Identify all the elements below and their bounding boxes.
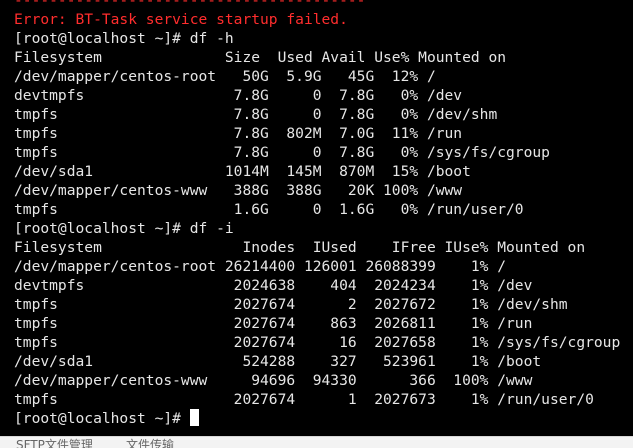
terminal-line: /dev/sda1 1014M 145M 870M 15% /boot <box>14 163 471 180</box>
terminal-cursor <box>189 409 199 426</box>
terminal-output: ----------------------------------------… <box>14 0 620 428</box>
terminal-line: [root@localhost ~]# df -i <box>14 220 234 237</box>
terminal-prompt-line[interactable]: [root@localhost ~]# <box>14 409 620 428</box>
terminal-line: tmpfs 2027674 863 2026811 1% /run <box>14 315 533 332</box>
terminal-line: tmpfs 1.6G 0 1.6G 0% /run/user/0 <box>14 201 524 218</box>
terminal-line: tmpfs 2027674 1 2027673 1% /run/user/0 <box>14 391 594 408</box>
terminal-line: tmpfs 7.8G 0 7.8G 0% /dev/shm <box>14 106 498 123</box>
terminal-line: /dev/sda1 524288 327 523961 1% /boot <box>14 353 542 370</box>
terminal-prompt: [root@localhost ~]# <box>14 410 190 427</box>
terminal-line: /dev/mapper/centos-www 94696 94330 366 1… <box>14 372 533 389</box>
terminal-line: devtmpfs 7.8G 0 7.8G 0% /dev <box>14 87 463 104</box>
terminal-line: Filesystem Inodes IUsed IFree IUse% Moun… <box>14 239 586 256</box>
terminal-line: Error: BT-Task service startup failed. <box>14 11 348 28</box>
terminal-line: /dev/mapper/centos-www 388G 388G 20K 100… <box>14 182 463 199</box>
terminal-line: Filesystem Size Used Avail Use% Mounted … <box>14 49 507 66</box>
terminal-line: ---------------------------------------- <box>14 0 366 9</box>
terminal-line: /dev/mapper/centos-root 50G 5.9G 45G 12%… <box>14 68 436 85</box>
terminal-line: tmpfs 7.8G 802M 7.0G 11% /run <box>14 125 463 142</box>
terminal-line: tmpfs 2027674 16 2027658 1% /sys/fs/cgro… <box>14 334 621 351</box>
terminal-line: [root@localhost ~]# df -h <box>14 30 234 47</box>
terminal-line: /dev/mapper/centos-root 26214400 126001 … <box>14 258 507 275</box>
terminal-line: tmpfs 7.8G 0 7.8G 0% /sys/fs/cgroup <box>14 144 550 161</box>
terminal-line: tmpfs 2027674 2 2027672 1% /dev/shm <box>14 296 568 313</box>
terminal-line: devtmpfs 2024638 404 2024234 1% /dev <box>14 277 533 294</box>
bottom-tab-bar: SFTP文件管理 文件传输 <box>0 436 633 448</box>
terminal-window[interactable]: ----------------------------------------… <box>0 0 633 436</box>
